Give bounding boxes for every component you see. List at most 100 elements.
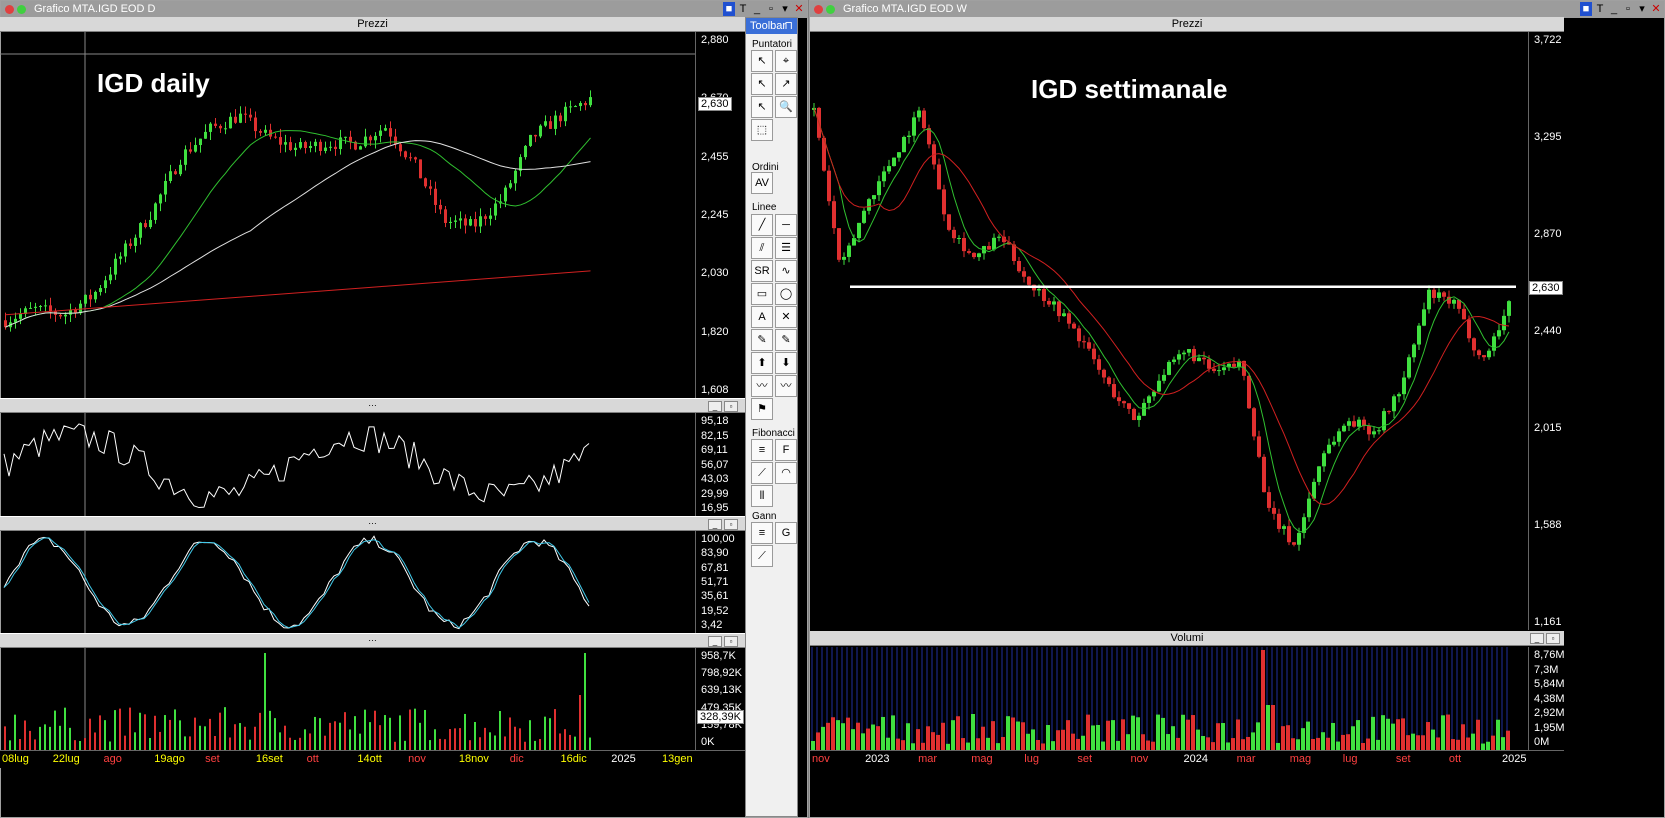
candle-body (1292, 542, 1296, 545)
weekly-time-axis[interactable]: nov 2023 mar mag lug set nov 2024 mar mag lug set ot… (810, 750, 1564, 768)
pane-maximize-button[interactable]: ▫ (724, 401, 738, 412)
parallel-lines-icon[interactable]: ⫽ (751, 237, 773, 259)
daily-window-titlebar[interactable]: Grafico MTA.IGD EOD D ■ T _ ▫ ▾ ✕ (1, 1, 807, 18)
candle-body (389, 128, 392, 137)
axis-tick-label: 1,95M (1534, 721, 1565, 734)
volume-bar (1221, 723, 1225, 750)
arrow-up-icon[interactable]: ⬆ (751, 352, 773, 374)
pane-minimize-button[interactable]: _ (1530, 633, 1544, 644)
gann-fan-icon[interactable]: ⟋ (751, 545, 773, 567)
axis-tick-label: 56,07 (701, 458, 729, 471)
channel-icon[interactable]: ☰ (775, 237, 797, 259)
fibo-extension-icon[interactable]: F (775, 439, 797, 461)
pane-minimize-button[interactable]: _ (708, 519, 722, 530)
daily-pane-separator-1[interactable]: … _ ▫ (0, 398, 745, 413)
candle-body (892, 157, 896, 167)
candle-body (902, 136, 906, 153)
pane-maximize-button[interactable]: ▫ (724, 636, 738, 647)
volume-bar (219, 712, 221, 750)
minimize-icon[interactable]: _ (751, 2, 763, 16)
order-icon[interactable]: AV (751, 172, 773, 194)
toolbar-section-label: Fibonacci (752, 428, 795, 439)
pane-maximize-button[interactable]: ▫ (724, 519, 738, 530)
chevron-down-icon[interactable]: ▾ (779, 2, 791, 16)
chevron-down-icon[interactable]: ▾ (1636, 2, 1648, 16)
candle-body (1182, 352, 1186, 355)
candle-body (394, 136, 397, 145)
daily-pane-separator-2[interactable]: … _ ▫ (0, 516, 745, 531)
cross-lines-icon[interactable]: ✕ (775, 306, 797, 328)
gann-grid-icon[interactable]: ≡ (751, 522, 773, 544)
daily-oscillator-1-chart[interactable] (0, 413, 695, 516)
candle-body (414, 157, 417, 160)
weekly-volume-chart[interactable] (810, 647, 1528, 750)
pointer-crosshair-icon[interactable]: ⌖ (775, 50, 797, 72)
gann-box-icon[interactable]: G (775, 522, 797, 544)
minimize-icon[interactable]: _ (1608, 2, 1620, 16)
pointer-select-icon[interactable]: ↖ (751, 73, 773, 95)
text-icon[interactable]: A (751, 306, 773, 328)
volume-bar (314, 716, 316, 750)
wave-delete-icon[interactable]: 〰 (775, 375, 797, 397)
weekly-price-axis[interactable]: 3,722 3,295 2,870 2,440 2,015 1,588 1,161 (1528, 32, 1564, 630)
pane-maximize-button[interactable]: ▫ (1546, 633, 1560, 644)
volume-bar (79, 741, 81, 750)
daily-time-axis[interactable]: 08lug 22lug ago 19ago set 16set ott 14ott nov 18n… (0, 750, 745, 768)
curve-icon[interactable]: ∿ (775, 260, 797, 282)
volume-bar (1496, 719, 1500, 750)
eraser-icon[interactable]: ✎ (775, 329, 797, 351)
toolbar-title[interactable]: Toolbar ⊓ (746, 18, 797, 34)
ellipse-icon[interactable]: ◯ (775, 283, 797, 305)
candle-body (1252, 408, 1256, 437)
fibonacci-retracement-icon[interactable]: ≡ (751, 439, 773, 461)
candle-body (179, 164, 182, 175)
pointer-icon[interactable]: ↖ (751, 50, 773, 72)
horizontal-line-icon[interactable]: ─ (775, 214, 797, 236)
candle-body (1137, 415, 1141, 421)
window-menu-icon[interactable]: ■ (723, 2, 735, 16)
fibo-time-icon[interactable]: ⦀ (751, 485, 773, 507)
candle-body (1217, 370, 1221, 372)
rectangle-icon[interactable]: ▭ (751, 283, 773, 305)
pencil-icon[interactable]: ✎ (751, 329, 773, 351)
pointer-hand-icon[interactable]: ↖ (751, 96, 773, 118)
close-icon[interactable]: ✕ (1650, 2, 1662, 16)
support-resistance-icon[interactable]: SR (751, 260, 773, 282)
pane-minimize-button[interactable]: _ (708, 401, 722, 412)
volume-bar (1256, 722, 1260, 750)
close-icon[interactable]: ✕ (793, 2, 805, 16)
daily-oscillator-2-chart[interactable] (0, 531, 695, 633)
text-tool-icon[interactable]: T (737, 2, 749, 16)
fibo-fan-icon[interactable]: ⟋ (751, 462, 773, 484)
candle-body (1112, 384, 1116, 398)
restore-icon[interactable]: ▫ (765, 2, 777, 16)
arrow-down-icon[interactable]: ⬇ (775, 352, 797, 374)
trendline-icon[interactable]: ╱ (751, 214, 773, 236)
candle-body (459, 218, 462, 221)
restore-icon[interactable]: ▫ (1622, 2, 1634, 16)
daily-volume-chart[interactable] (0, 648, 695, 750)
pane-minimize-button[interactable]: _ (708, 636, 722, 647)
wave-icon[interactable]: 〰 (751, 375, 773, 397)
daily-price-axis[interactable]: 2,8802,6702,4552,2452,0301,8201,608 (695, 32, 745, 398)
flag-icon[interactable]: ⚑ (751, 398, 773, 420)
window-menu-icon[interactable]: ■ (1580, 2, 1592, 16)
weekly-window-titlebar[interactable]: Grafico MTA.IGD EOD W ■ T _ ▫ ▾ ✕ (810, 1, 1664, 18)
text-tool-icon[interactable]: T (1594, 2, 1606, 16)
axis-tick-label: 2,245 (701, 209, 729, 221)
weekly-price-chart[interactable] (810, 32, 1528, 630)
drawing-toolbar[interactable]: Toolbar ⊓ Puntatori Ordini Linee Fibonacci Ga… (745, 17, 798, 817)
pointer-alt-icon[interactable]: ↗ (775, 73, 797, 95)
zoom-icon[interactable]: 🔍 (775, 96, 797, 118)
candle-body (234, 116, 237, 123)
candle-body (104, 280, 107, 289)
ma-short-line (5, 130, 591, 328)
daily-oscillator-1-axis: 95,18 82,15 69,11 56,07 43,03 29,99 16,95 (695, 413, 745, 516)
candle-body (249, 114, 252, 118)
volume-bar (64, 707, 66, 750)
selection-box-icon[interactable]: ⬚ (751, 119, 773, 141)
daily-pane-separator-3[interactable]: … _ ▫ (0, 633, 745, 648)
pin-icon[interactable]: ⊓ (784, 18, 793, 34)
volume-bar (1106, 720, 1110, 750)
fibo-arc-icon[interactable]: ◠ (775, 462, 797, 484)
